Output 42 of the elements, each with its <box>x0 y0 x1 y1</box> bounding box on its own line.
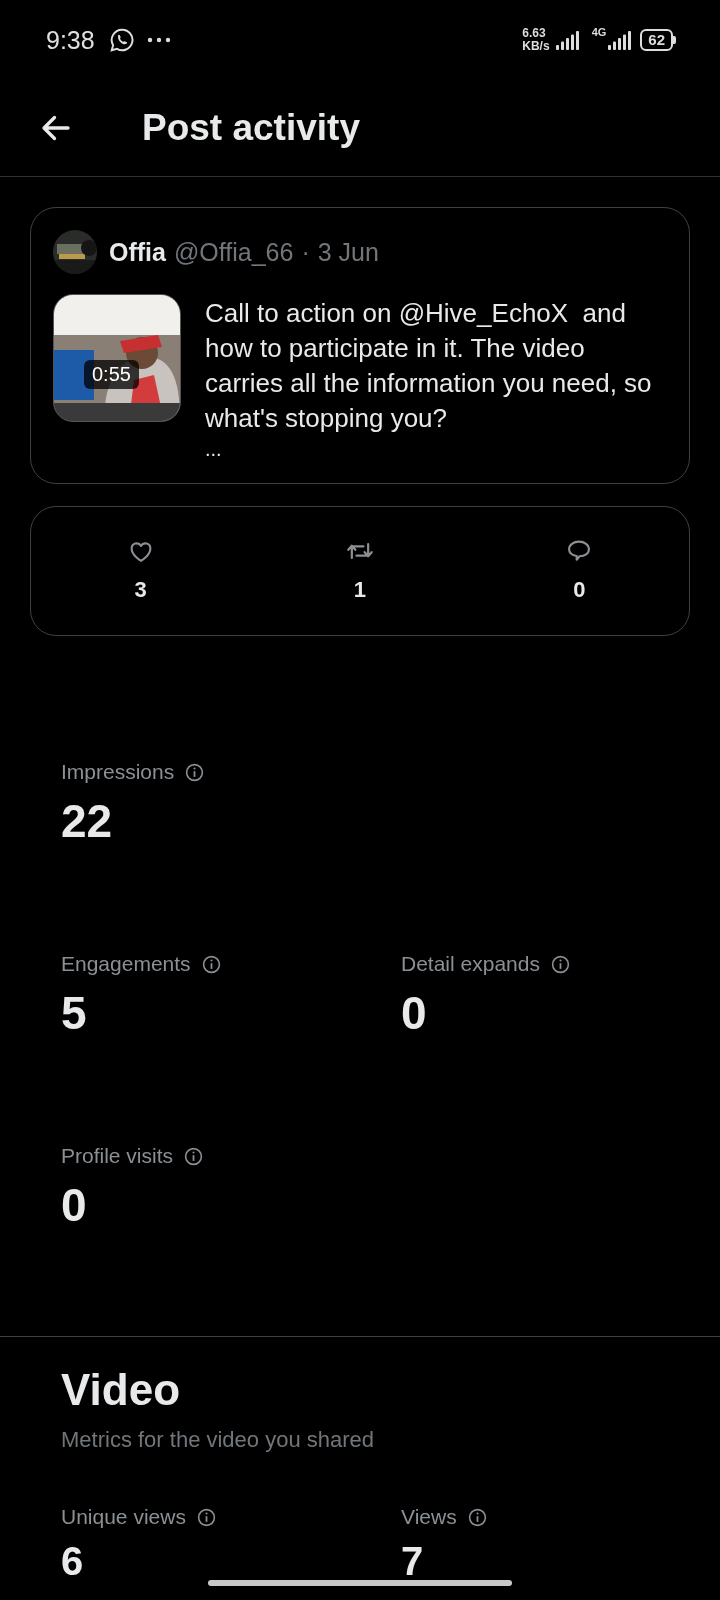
engagement-count: 1 <box>353 577 367 603</box>
metric-value: 0 <box>401 986 428 1040</box>
section-title: Video <box>61 1365 181 1415</box>
post-date: 3 Jun <box>317 237 379 267</box>
metric-label: Detail expands <box>401 952 540 976</box>
info-icon <box>466 1506 488 1528</box>
network-type: 4G <box>591 26 607 38</box>
signal-icon <box>555 30 580 50</box>
speed-unit: KB/s <box>522 40 550 53</box>
chat-app-icon <box>108 27 135 53</box>
post-card[interactable]: Offia @Offia_66 · 3 Jun 0:55 Call to action on @Hive_EchoX and how to participate in it. The video carries all the information you need, so what's stopping you? ... <box>30 207 690 484</box>
metric-label: Profile visits <box>61 1144 174 1168</box>
video-duration: 0:55 <box>84 360 139 389</box>
metric-value: 5 <box>61 986 88 1040</box>
metric-value: 6 <box>61 1539 85 1584</box>
ellipsis: ... <box>205 438 223 461</box>
info-icon <box>200 953 222 975</box>
post-text: Call to action on @Hive_EchoX and how to participate in it. The video carries all the information you need, so what's stopping you? <box>205 297 653 435</box>
metric-value: 7 <box>401 1539 425 1584</box>
network-speed: 6.63 <box>522 27 547 40</box>
metric-label: Impressions <box>61 760 175 784</box>
separator-dot: · <box>301 237 310 267</box>
more-notifications-icon <box>146 37 171 43</box>
signal-icon <box>608 30 633 50</box>
clock: 9:38 <box>46 25 95 55</box>
info-icon <box>549 953 571 975</box>
battery-level: 62 <box>640 29 673 51</box>
engagement-count: 0 <box>573 577 586 603</box>
battery-cap <box>673 36 676 44</box>
engagement-count: 3 <box>134 577 147 603</box>
metric-label: Engagements <box>61 952 191 976</box>
info-icon <box>183 1145 205 1167</box>
metric-value: 22 <box>61 794 114 848</box>
author-name: Offia <box>109 237 166 267</box>
section-subtitle: Metrics for the video you shared <box>61 1427 376 1453</box>
metric-value: 0 <box>61 1178 88 1232</box>
info-icon <box>184 761 206 783</box>
page-title: Post activity <box>142 107 360 149</box>
metric-label: Unique views <box>61 1505 186 1529</box>
metric-label: Views <box>401 1505 457 1529</box>
info-icon <box>195 1506 217 1528</box>
author-handle: @Offia_66 <box>173 237 294 267</box>
